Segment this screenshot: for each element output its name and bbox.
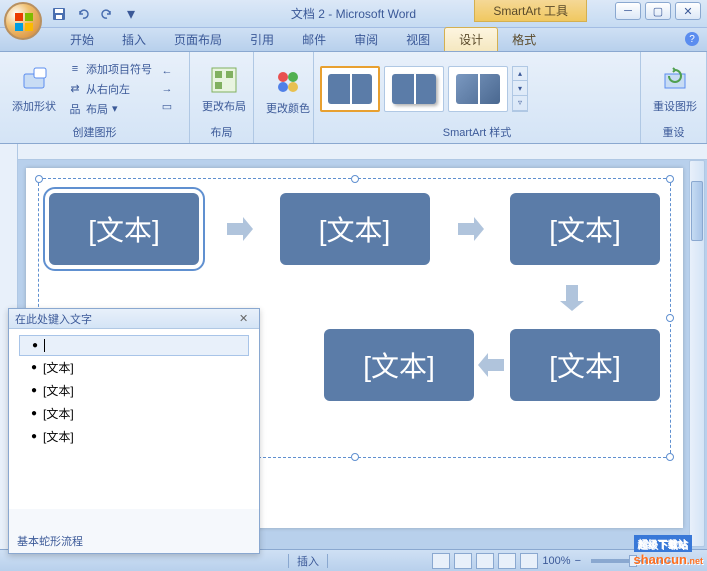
status-mode: 插入: [297, 553, 319, 569]
arrow-right-icon: [452, 211, 488, 247]
rtl-icon: ⇄: [68, 82, 82, 96]
tab-design[interactable]: 设计: [444, 27, 498, 51]
office-button[interactable]: [4, 2, 42, 40]
promote-button[interactable]: ←: [158, 63, 176, 79]
tab-mailings[interactable]: 邮件: [288, 28, 340, 51]
minimize-button[interactable]: ─: [615, 2, 641, 20]
group-reset-label: 重设: [647, 123, 700, 141]
demote-icon: →: [160, 82, 174, 96]
bullets-icon: ≡: [68, 62, 82, 76]
textpane-title: 在此处键入文字: [15, 311, 92, 327]
rtl-button[interactable]: ⇄从右向左: [66, 80, 154, 98]
view-print-button[interactable]: [432, 553, 450, 569]
layout-dropdown[interactable]: 品布局 ▾: [66, 100, 154, 118]
close-icon[interactable]: ✕: [239, 312, 253, 326]
style-item-2[interactable]: [384, 66, 444, 112]
view-fullread-button[interactable]: [454, 553, 472, 569]
tab-view[interactable]: 视图: [392, 28, 444, 51]
layout-icon: 品: [68, 102, 82, 116]
group-styles-label: SmartArt 样式: [320, 123, 634, 141]
change-colors-button[interactable]: 更改颜色: [260, 64, 316, 118]
view-draft-button[interactable]: [520, 553, 538, 569]
reset-graphic-button[interactable]: 重设图形: [647, 62, 703, 116]
smartart-box-4[interactable]: [文本]: [510, 329, 660, 401]
close-button[interactable]: ✕: [675, 2, 701, 20]
textpane-item-2[interactable]: ●[文本]: [19, 356, 249, 379]
textpane-item-1[interactable]: ●: [19, 335, 249, 356]
smartart-box-5[interactable]: [文本]: [324, 329, 474, 401]
style-item-3[interactable]: [448, 66, 508, 112]
demote-button[interactable]: →: [158, 81, 176, 97]
horizontal-ruler[interactable]: [18, 144, 707, 160]
tab-home[interactable]: 开始: [56, 28, 108, 51]
context-tool-label: SmartArt 工具: [474, 0, 587, 22]
ribbon: 添加形状 ≡添加项目符号 ⇄从右向左 品布局 ▾ ← → ▭ 创建图形 更改布局…: [0, 52, 707, 144]
smartart-box-1[interactable]: [文本]: [49, 193, 199, 265]
add-bullets-button[interactable]: ≡添加项目符号: [66, 60, 154, 78]
tab-format[interactable]: 格式: [498, 28, 550, 51]
change-layout-button[interactable]: 更改布局: [196, 62, 252, 116]
textpane-item-5[interactable]: ●[文本]: [19, 425, 249, 448]
style-gallery-more[interactable]: ▴▾▿: [512, 66, 528, 112]
ribbon-tabs: 开始 插入 页面布局 引用 邮件 审阅 视图 设计 格式 ?: [0, 28, 707, 52]
qat-more-icon[interactable]: ▾: [122, 5, 140, 23]
view-outline-button[interactable]: [498, 553, 516, 569]
maximize-button[interactable]: ▢: [645, 2, 671, 20]
smartart-text-pane[interactable]: 在此处键入文字 ✕ ● ●[文本] ●[文本] ●[文本] ●[文本] 基本蛇形…: [8, 308, 260, 554]
add-shape-icon: [18, 64, 50, 96]
redo-icon[interactable]: [98, 5, 116, 23]
vertical-scrollbar[interactable]: [689, 160, 705, 547]
change-colors-icon: [272, 66, 304, 98]
zoom-level[interactable]: 100%: [542, 555, 570, 567]
zoom-slider[interactable]: [591, 559, 671, 563]
window-title: 文档 2 - Microsoft Word: [291, 5, 416, 22]
group-create-label: 创建图形: [6, 123, 183, 141]
undo-icon[interactable]: [74, 5, 92, 23]
tab-insert[interactable]: 插入: [108, 28, 160, 51]
tab-pagelayout[interactable]: 页面布局: [160, 28, 236, 51]
textpane-toggle[interactable]: ▭: [158, 99, 176, 115]
textpane-icon: ▭: [160, 100, 174, 114]
smartart-style-gallery: ▴▾▿: [320, 66, 528, 112]
smartart-box-2[interactable]: [文本]: [280, 193, 430, 265]
arrow-down-icon: [554, 279, 590, 315]
arrow-left-icon: [474, 347, 510, 383]
tab-review[interactable]: 审阅: [340, 28, 392, 51]
scrollbar-thumb[interactable]: [691, 181, 703, 241]
tab-references[interactable]: 引用: [236, 28, 288, 51]
change-layout-icon: [208, 64, 240, 96]
reset-icon: [659, 64, 691, 96]
add-shape-button[interactable]: 添加形状: [6, 62, 62, 116]
textpane-item-3[interactable]: ●[文本]: [19, 379, 249, 402]
help-icon[interactable]: ?: [685, 32, 699, 46]
promote-icon: ←: [160, 64, 174, 78]
textpane-item-4[interactable]: ●[文本]: [19, 402, 249, 425]
arrow-right-icon: [221, 211, 257, 247]
zoom-out-button[interactable]: −: [575, 555, 581, 567]
textpane-footer: 基本蛇形流程: [17, 533, 83, 549]
group-layout-label: 布局: [196, 123, 247, 141]
save-icon[interactable]: [50, 5, 68, 23]
smartart-box-3[interactable]: [文本]: [510, 193, 660, 265]
style-item-1[interactable]: [320, 66, 380, 112]
view-web-button[interactable]: [476, 553, 494, 569]
